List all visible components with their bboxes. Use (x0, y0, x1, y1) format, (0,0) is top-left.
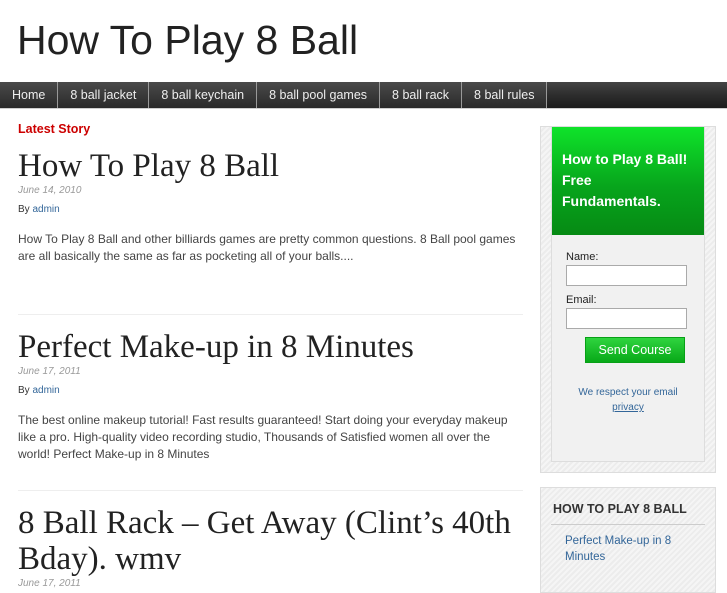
post: Perfect Make-up in 8 Minutes June 17, 20… (18, 329, 523, 491)
nav-item-8-ball-rules[interactable]: 8 ball rules (462, 82, 548, 108)
nav-item-8-ball-pool-games[interactable]: 8 ball pool games (257, 82, 381, 108)
post-date: June 17, 2011 (18, 578, 81, 589)
post-excerpt: How To Play 8 Ball and other billiards g… (18, 232, 516, 263)
post-title[interactable]: 8 Ball Rack – Get Away (Clint’s 40th Bda… (18, 505, 523, 577)
optin-widget: How to Play 8 Ball! Free Fundamentals. N… (540, 126, 716, 473)
nav-item-8-ball-rack[interactable]: 8 ball rack (380, 82, 463, 108)
main-nav: Home 8 ball jacket 8 ball keychain 8 bal… (0, 82, 727, 109)
privacy-note: We respect your email privacy (566, 385, 690, 415)
byline-prefix: By (18, 385, 30, 396)
name-label: Name: (566, 251, 599, 263)
post-excerpt: The best online makeup tutorial! Fast re… (18, 413, 508, 461)
post-date: June 14, 2010 (18, 185, 82, 196)
posts-widget: HOW TO PLAY 8 BALL Perfect Make-up in 8 … (540, 487, 716, 593)
optin-form: Name: Email: Send Course We respect your… (552, 235, 704, 461)
post-title[interactable]: Perfect Make-up in 8 Minutes (18, 329, 523, 365)
post-title[interactable]: How To Play 8 Ball (18, 148, 523, 184)
nav-item-8-ball-jacket[interactable]: 8 ball jacket (58, 82, 150, 108)
sidebar: How to Play 8 Ball! Free Fundamentals. N… (540, 126, 716, 593)
main-content: Latest Story How To Play 8 Ball June 14,… (18, 118, 523, 591)
optin-box: How to Play 8 Ball! Free Fundamentals. N… (551, 127, 705, 462)
section-label: Latest Story (18, 122, 91, 136)
privacy-text: We respect your email (578, 387, 678, 398)
email-label: Email: (566, 294, 597, 306)
send-course-button[interactable]: Send Course (585, 337, 685, 363)
widget-title: HOW TO PLAY 8 BALL (551, 502, 705, 525)
site-title[interactable]: How To Play 8 Ball (17, 14, 358, 66)
nav-item-home[interactable]: Home (0, 82, 59, 108)
optin-headline: How to Play 8 Ball! Free Fundamentals. (552, 127, 704, 235)
name-input[interactable] (566, 265, 687, 286)
post: 8 Ball Rack – Get Away (Clint’s 40th Bda… (18, 505, 523, 591)
author-link[interactable]: admin (32, 204, 59, 215)
post-date: June 17, 2011 (18, 366, 81, 377)
byline-prefix: By (18, 204, 30, 215)
email-input[interactable] (566, 308, 687, 329)
post-byline: By admin (18, 203, 523, 217)
post-byline: By admin (18, 384, 523, 398)
post: How To Play 8 Ball June 14, 2010 By admi… (18, 148, 523, 315)
widget-post-link[interactable]: Perfect Make-up in 8 Minutes (551, 525, 705, 565)
nav-item-8-ball-keychain[interactable]: 8 ball keychain (149, 82, 258, 108)
privacy-link[interactable]: privacy (612, 402, 644, 413)
author-link[interactable]: admin (32, 385, 59, 396)
